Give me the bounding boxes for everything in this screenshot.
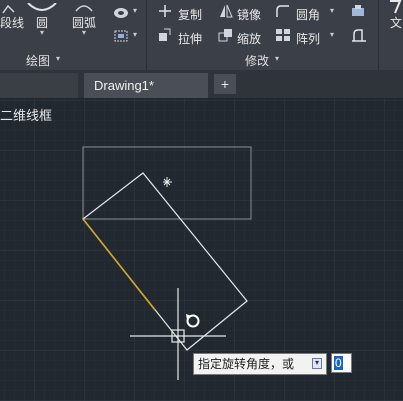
rotation-angle-value: 0 (334, 356, 343, 370)
mirror-label[interactable]: 镜像 (237, 6, 261, 23)
ribbon: 段线 圆 ▾ 圆弧 ▾ ▾ ▾ 绘图 ▾ 复制 镜像 圆角 ▾ 拉伸 缩放 阵列… (0, 0, 403, 71)
circle-dropdown-icon[interactable]: ▾ (40, 28, 44, 37)
arc-icon[interactable] (74, 0, 94, 12)
boundary-icon[interactable] (113, 29, 129, 43)
array-dropdown-icon[interactable]: ▾ (330, 30, 334, 39)
modify-group-dropdown-icon[interactable]: ▾ (275, 54, 279, 63)
mirror-icon[interactable] (218, 4, 234, 18)
scale-icon[interactable] (218, 28, 234, 42)
options-dropdown-icon[interactable]: ▾ (312, 358, 322, 369)
document-tab-bar: Drawing1* + (0, 70, 403, 98)
fillet-label[interactable]: 圆角 (296, 6, 320, 23)
tab-drawing1-label: Drawing1* (94, 78, 154, 93)
fillet-icon[interactable] (275, 4, 291, 18)
text-label[interactable]: 文 (390, 14, 402, 31)
array-icon[interactable] (275, 28, 291, 42)
tab-drawing1[interactable]: Drawing1* (84, 73, 208, 98)
stretch-icon[interactable] (158, 28, 172, 42)
move-icon[interactable] (158, 4, 172, 18)
rotation-angle-input[interactable]: 0 (331, 353, 352, 373)
group-separator (146, 0, 147, 70)
text-icon[interactable] (388, 0, 402, 14)
arc-dropdown-icon[interactable]: ▾ (82, 28, 86, 37)
group-separator (378, 0, 379, 70)
polyline-label[interactable]: 段线 (0, 14, 24, 31)
new-tab-button[interactable]: + (214, 74, 236, 94)
offset-icon[interactable] (350, 28, 368, 42)
circle-icon[interactable] (26, 0, 58, 11)
command-prompt-text: 指定旋转角度，或 (198, 357, 295, 371)
scale-label[interactable]: 缩放 (237, 30, 261, 47)
tab-start[interactable] (0, 73, 78, 98)
array-label[interactable]: 阵列 (296, 30, 320, 47)
command-prompt-tooltip: 指定旋转角度，或 ▾ (193, 353, 327, 375)
fillet-dropdown-icon[interactable]: ▾ (330, 6, 334, 15)
stretch-label[interactable]: 拉伸 (178, 30, 202, 47)
modify-group-label[interactable]: 修改 (245, 52, 269, 69)
copy-label[interactable]: 复制 (178, 6, 202, 23)
polyline-icon[interactable] (2, 2, 16, 14)
draw-group-label[interactable]: 绘图 (26, 52, 50, 69)
properties-icon[interactable] (350, 4, 366, 18)
boundary-dropdown-icon[interactable]: ▾ (133, 30, 137, 39)
hatch-icon[interactable] (113, 5, 129, 19)
draw-group-dropdown-icon[interactable]: ▾ (56, 54, 60, 63)
viewport-visual-style-label[interactable]: 二维线框 (0, 105, 52, 124)
hatch-dropdown-icon[interactable]: ▾ (133, 6, 137, 15)
